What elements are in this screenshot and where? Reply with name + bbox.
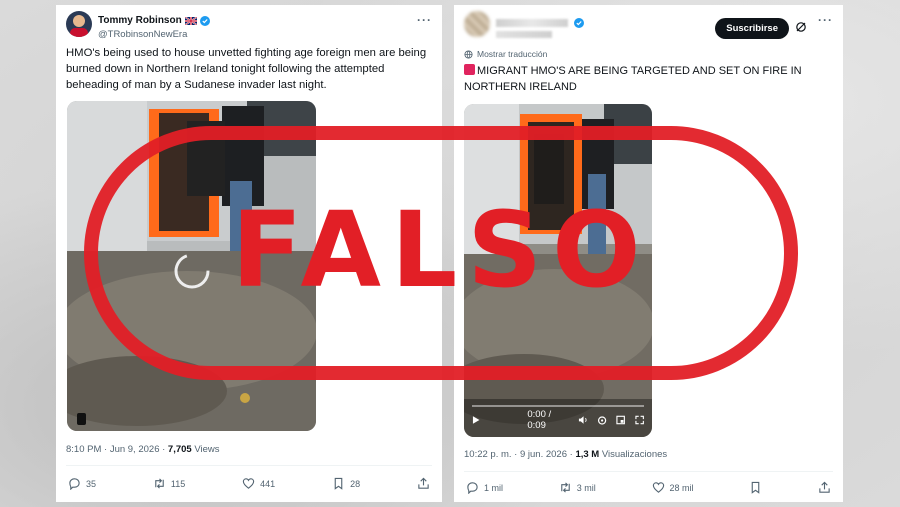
reply-count: 35 — [86, 478, 97, 489]
repost-icon — [155, 478, 164, 489]
like-count: 441 — [260, 478, 276, 489]
more-horizontal-icon[interactable]: ··· — [417, 13, 432, 27]
post-time[interactable]: 8:10 PM · Jun 9, 2026 · — [66, 444, 168, 455]
share-button[interactable] — [818, 481, 831, 494]
like-button[interactable]: 28 mil — [652, 481, 694, 494]
verified-badge-icon — [574, 18, 584, 28]
grok-icon[interactable] — [795, 21, 807, 33]
settings-icon[interactable] — [597, 415, 607, 426]
translate-icon — [464, 49, 473, 59]
author-name[interactable]: Tommy Robinson — [98, 15, 182, 26]
views-count: 1,3 M — [575, 449, 600, 460]
false-stamp: FALSO — [84, 126, 798, 380]
video-controls: 0:00 / 0:09 — [464, 403, 652, 437]
author-name-blurred[interactable] — [496, 19, 568, 27]
post-header: Suscribirse ··· — [464, 11, 833, 51]
share-icon — [418, 477, 429, 489]
heart-icon — [652, 482, 664, 493]
divider — [464, 471, 833, 472]
reply-count: 1 mil — [484, 482, 504, 493]
divider — [66, 465, 432, 466]
like-count: 28 mil — [669, 482, 694, 493]
uk-flag-icon — [184, 16, 197, 25]
more-horizontal-icon[interactable]: ··· — [818, 13, 833, 27]
post-meta: 8:10 PM · Jun 9, 2026 · 7,705 Views — [66, 444, 220, 455]
show-translation-label[interactable]: Mostrar traducción — [477, 49, 547, 59]
video-time: 0:00 / 0:09 — [527, 409, 552, 431]
bookmark-button[interactable]: 28 — [332, 477, 360, 490]
play-icon[interactable] — [472, 415, 480, 425]
share-icon — [819, 481, 830, 493]
repost-button[interactable]: 115 — [153, 477, 185, 490]
show-translation-link[interactable]: Mostrar traducción — [464, 49, 547, 59]
volume-icon[interactable] — [578, 415, 588, 425]
post-text-content: MIGRANT HMO'S ARE BEING TARGETED AND SET… — [464, 65, 802, 93]
subscribe-button[interactable]: Suscribirse — [715, 18, 789, 39]
views-count: 7,705 — [167, 444, 192, 455]
repost-icon — [560, 482, 570, 493]
bookmark-icon — [334, 477, 343, 490]
post-actions: 1 mil 3 mil 28 mil — [466, 481, 831, 494]
repost-count: 3 mil — [576, 482, 596, 493]
repost-button[interactable]: 3 mil — [559, 481, 596, 494]
post-text: MIGRANT HMO'S ARE BEING TARGETED AND SET… — [464, 64, 834, 95]
bookmark-button[interactable] — [749, 481, 762, 494]
post-text: HMO's being used to house unvetted fight… — [66, 47, 427, 91]
bookmark-count: 28 — [350, 478, 361, 489]
verified-badge-icon — [199, 15, 210, 26]
share-button[interactable] — [417, 477, 430, 490]
like-button[interactable]: 441 — [242, 477, 275, 490]
fullscreen-icon[interactable] — [635, 415, 644, 425]
author-name-row[interactable]: Tommy Robinson — [98, 15, 210, 26]
post-time[interactable]: 10:22 p. m. · 9 jun. 2026 · — [464, 449, 575, 460]
reply-button[interactable]: 35 — [68, 477, 96, 490]
reply-button[interactable]: 1 mil — [466, 481, 503, 494]
avatar[interactable] — [66, 11, 92, 37]
author-handle[interactable]: @TRobinsonNewEra — [98, 29, 187, 40]
repost-count: 115 — [170, 478, 186, 489]
views-label: Visualizaciones — [599, 449, 668, 460]
post-meta: 10:22 p. m. · 9 jun. 2026 · 1,3 M Visual… — [464, 449, 667, 460]
bookmark-icon — [751, 481, 760, 494]
stamp-label: FALSO — [231, 189, 651, 311]
reply-icon — [69, 478, 80, 490]
author-handle-blurred[interactable] — [496, 31, 552, 38]
views-label: Views — [191, 444, 220, 455]
heart-icon — [242, 478, 255, 489]
avatar[interactable] — [464, 11, 490, 37]
reply-icon — [467, 482, 478, 494]
rotating-light-icon — [464, 64, 475, 75]
post-actions: 35 115 441 28 — [68, 477, 430, 490]
picture-in-picture-icon[interactable] — [616, 415, 626, 425]
